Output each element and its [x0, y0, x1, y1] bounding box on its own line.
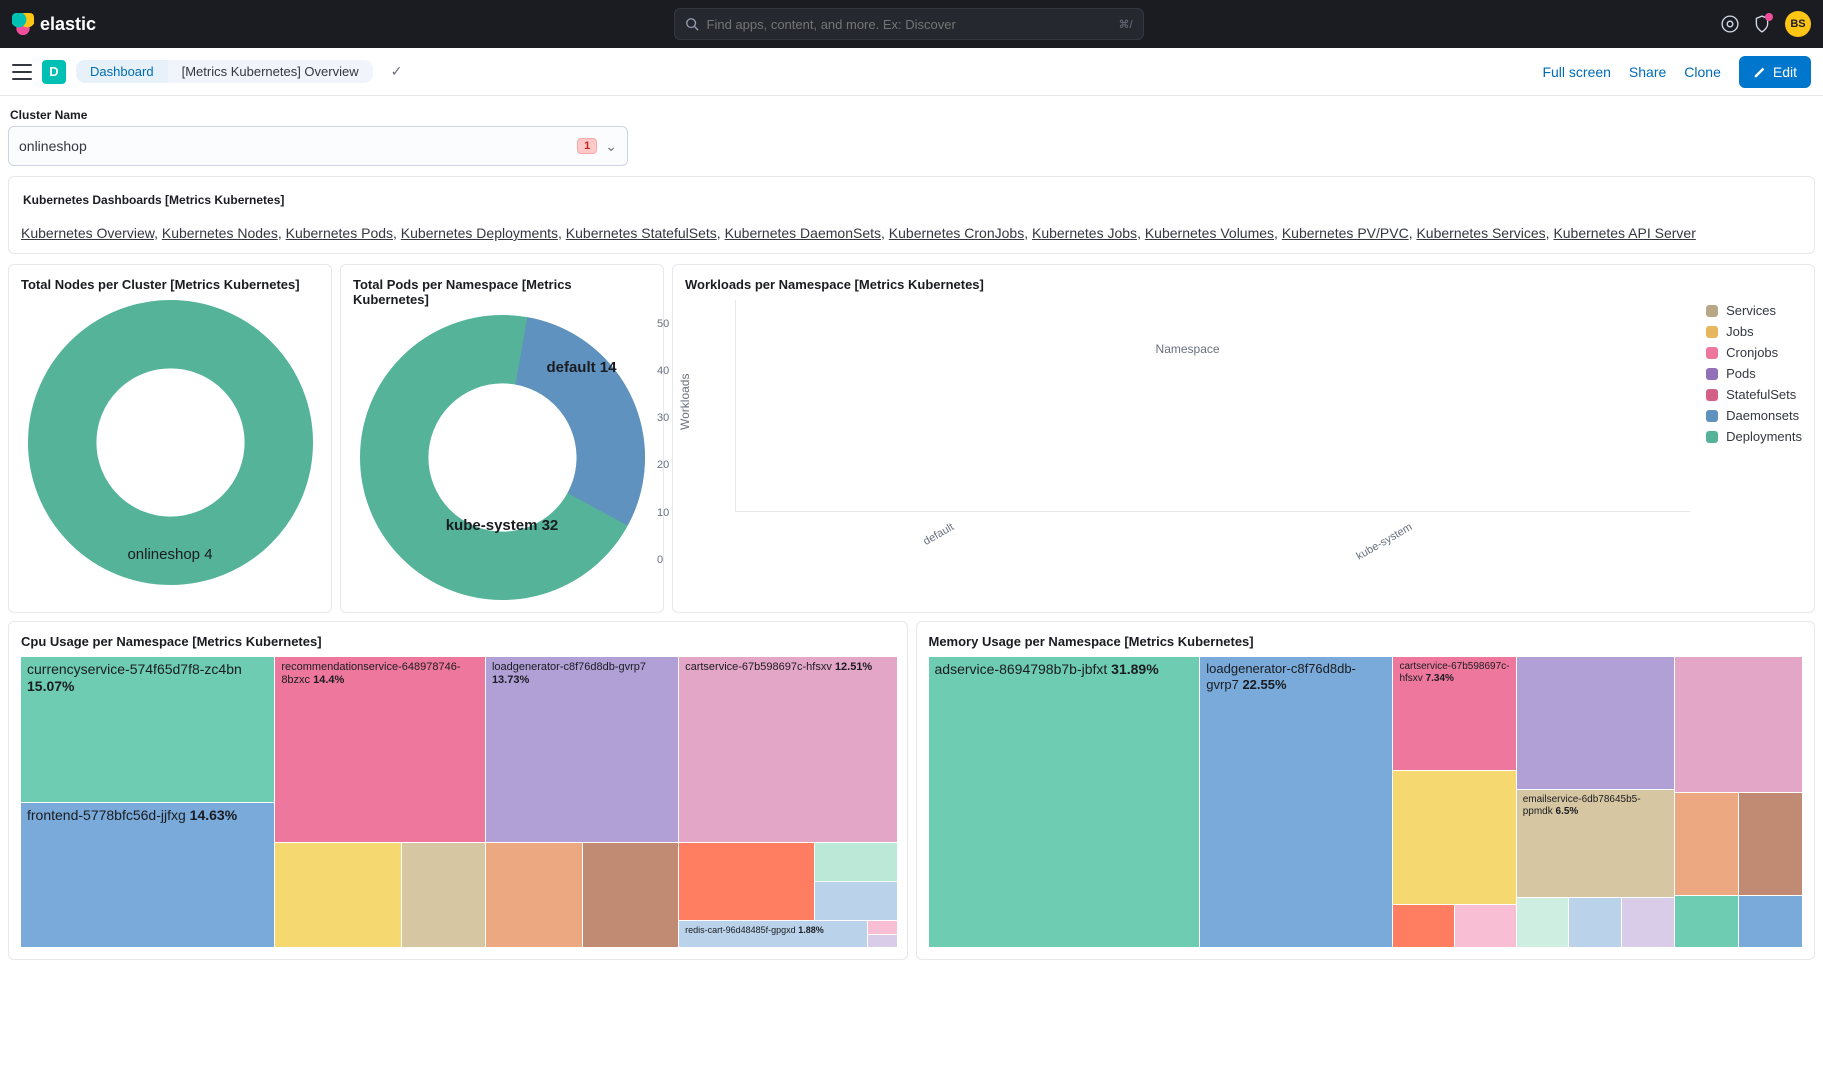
breadcrumb-root[interactable]: Dashboard	[76, 60, 168, 83]
dashboard-link[interactable]: Kubernetes Volumes	[1145, 225, 1274, 241]
cluster-filter[interactable]: onlineshop 1 ⌄	[8, 126, 628, 166]
filter-value: onlineshop	[19, 138, 577, 154]
workloads-bar-chart[interactable]: Workloads defaultkube-system Namespace 0…	[685, 300, 1690, 560]
cpu-treemap[interactable]: currencyservice-574f65d7f8-zc4bn 15.07% …	[21, 657, 895, 947]
dashboard-link[interactable]: Kubernetes Deployments	[401, 225, 558, 241]
help-icon[interactable]	[1721, 15, 1739, 33]
panel-title: Total Pods per Namespace [Metrics Kubern…	[353, 277, 651, 307]
panel-total-nodes: Total Nodes per Cluster [Metrics Kuberne…	[8, 264, 332, 613]
dashboard-link[interactable]: Kubernetes Jobs	[1032, 225, 1137, 241]
panel-workloads: Workloads per Namespace [Metrics Kuberne…	[672, 264, 1815, 613]
legend-item[interactable]: Jobs	[1706, 321, 1802, 342]
global-header: elastic ⌘/ BS	[0, 0, 1823, 48]
dashboard-link[interactable]: Kubernetes Services	[1416, 225, 1545, 241]
dashboard-link[interactable]: Kubernetes Pods	[286, 225, 393, 241]
filter-count-badge: 1	[577, 138, 597, 154]
app-subheader: D Dashboard [Metrics Kubernetes] Overvie…	[0, 48, 1823, 96]
panel-total-pods: Total Pods per Namespace [Metrics Kubern…	[340, 264, 664, 613]
share-button[interactable]: Share	[1629, 64, 1666, 80]
breadcrumb-current: [Metrics Kubernetes] Overview	[168, 60, 373, 83]
search-shortcut: ⌘/	[1118, 18, 1132, 31]
panel-title: Cpu Usage per Namespace [Metrics Kuberne…	[21, 634, 895, 649]
dashboard-link[interactable]: Kubernetes PV/PVC	[1282, 225, 1409, 241]
saved-check-icon: ✓	[391, 63, 403, 80]
dashboard-link[interactable]: Kubernetes DaemonSets	[725, 225, 881, 241]
pods-donut-chart[interactable]: default 14 kube-system 32	[360, 315, 645, 600]
newsfeed-icon[interactable]	[1753, 15, 1771, 33]
legend-item[interactable]: Services	[1706, 300, 1802, 321]
user-avatar[interactable]: BS	[1785, 11, 1811, 37]
panel-title: Workloads per Namespace [Metrics Kuberne…	[685, 277, 1802, 292]
nodes-donut-chart[interactable]: onlineshop 4	[28, 300, 313, 585]
search-icon	[685, 17, 699, 31]
panel-title: Memory Usage per Namespace [Metrics Kube…	[929, 634, 1803, 649]
panel-cpu: Cpu Usage per Namespace [Metrics Kuberne…	[8, 621, 908, 960]
dashboard-link[interactable]: Kubernetes CronJobs	[889, 225, 1024, 241]
panel-title: Kubernetes Dashboards [Metrics Kubernete…	[21, 189, 1802, 211]
fullscreen-button[interactable]: Full screen	[1542, 64, 1610, 80]
dashboard-link[interactable]: Kubernetes API Server	[1553, 225, 1695, 241]
subheader-actions: Full screen Share Clone Edit	[1542, 56, 1811, 88]
logo[interactable]: elastic	[12, 13, 96, 35]
panel-title: Total Nodes per Cluster [Metrics Kuberne…	[21, 277, 319, 292]
search-wrap: ⌘/	[96, 8, 1721, 40]
legend-item[interactable]: Daemonsets	[1706, 405, 1802, 426]
search-input[interactable]	[707, 17, 1111, 32]
dashboard-link-list: Kubernetes Overview, Kubernetes Nodes, K…	[21, 225, 1802, 241]
space-badge[interactable]: D	[42, 60, 66, 84]
brand-name: elastic	[40, 14, 96, 35]
legend-item[interactable]: Cronjobs	[1706, 342, 1802, 363]
pencil-icon	[1753, 65, 1767, 79]
dashboard-link[interactable]: Kubernetes StatefulSets	[566, 225, 717, 241]
dashboard-links-panel: Kubernetes Dashboards [Metrics Kubernete…	[8, 176, 1815, 254]
clone-button[interactable]: Clone	[1684, 64, 1721, 80]
workloads-legend: ServicesJobsCronjobsPodsStatefulSetsDaem…	[1706, 300, 1802, 560]
filter-label: Cluster Name	[8, 104, 1815, 126]
header-icons: BS	[1721, 11, 1811, 37]
dashboard-link[interactable]: Kubernetes Overview	[21, 225, 154, 241]
memory-treemap[interactable]: adservice-8694798b7b-jbfxt 31.89% loadge…	[929, 657, 1803, 947]
global-search[interactable]: ⌘/	[674, 8, 1144, 40]
donut-label-default: default 14	[546, 359, 616, 376]
legend-item[interactable]: Deployments	[1706, 426, 1802, 447]
donut-label: onlineshop 4	[127, 546, 212, 563]
edit-button[interactable]: Edit	[1739, 56, 1811, 88]
chevron-down-icon: ⌄	[605, 138, 617, 155]
legend-item[interactable]: StatefulSets	[1706, 384, 1802, 405]
elastic-logo-icon	[12, 13, 34, 35]
breadcrumb: Dashboard [Metrics Kubernetes] Overview	[76, 60, 373, 83]
y-axis-label: Workloads	[678, 374, 692, 430]
edit-label: Edit	[1773, 64, 1797, 80]
nav-toggle-icon[interactable]	[12, 64, 32, 80]
dashboard-link[interactable]: Kubernetes Nodes	[162, 225, 278, 241]
donut-label-system: kube-system 32	[446, 517, 559, 534]
legend-item[interactable]: Pods	[1706, 363, 1802, 384]
panel-memory: Memory Usage per Namespace [Metrics Kube…	[916, 621, 1816, 960]
